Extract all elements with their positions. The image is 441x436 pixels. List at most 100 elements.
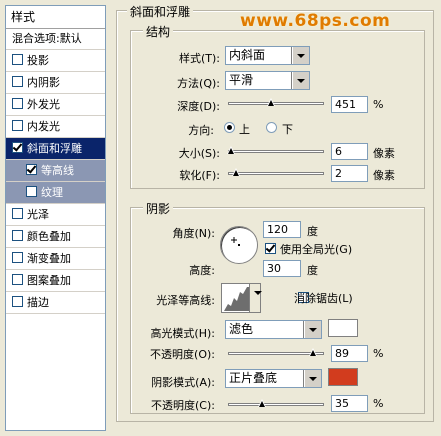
- direction-down-label: 下: [282, 123, 293, 136]
- style-item[interactable]: 纹理: [6, 182, 105, 204]
- angle-dial[interactable]: [220, 226, 258, 264]
- style-label: 样式(T):: [178, 52, 220, 65]
- style-item[interactable]: 渐变叠加: [6, 248, 105, 270]
- soften-label: 软化(F):: [179, 169, 220, 182]
- style-item-checkbox[interactable]: [12, 274, 23, 285]
- style-item-checkbox[interactable]: [12, 142, 23, 153]
- depth-unit: %: [373, 98, 384, 111]
- direction-down-radio[interactable]: [266, 122, 277, 133]
- angle-unit: 度: [307, 225, 318, 238]
- style-item-checkbox[interactable]: [12, 230, 23, 241]
- size-slider-thumb[interactable]: [226, 146, 235, 155]
- style-item[interactable]: 混合选项:默认: [6, 28, 105, 50]
- shadow-opacity-track[interactable]: [228, 403, 324, 406]
- style-item[interactable]: 斜面和浮雕: [6, 138, 105, 160]
- soften-slider-thumb[interactable]: [231, 168, 240, 177]
- altitude-unit: 度: [307, 264, 318, 277]
- shadow-opacity-unit: %: [373, 397, 384, 410]
- size-unit: 像素: [373, 147, 395, 160]
- style-item[interactable]: 投影: [6, 50, 105, 72]
- highlight-opacity-thumb[interactable]: [309, 348, 318, 357]
- style-item-checkbox[interactable]: [12, 296, 23, 307]
- bevel-group-title: 斜面和浮雕: [127, 3, 194, 20]
- shadow-opacity-thumb[interactable]: [257, 399, 266, 408]
- depth-input[interactable]: 451: [331, 96, 368, 113]
- angle-crosshair-icon: [231, 237, 240, 246]
- style-item[interactable]: 描边: [6, 292, 105, 314]
- angle-label: 角度(N):: [172, 227, 215, 240]
- direction-up-radio[interactable]: [224, 122, 235, 133]
- style-item-label: 内发光: [27, 120, 60, 133]
- style-item-label: 斜面和浮雕: [27, 142, 82, 155]
- style-item[interactable]: 外发光: [6, 94, 105, 116]
- depth-label: 深度(D):: [177, 100, 220, 113]
- chevron-down-icon[interactable]: [304, 321, 321, 338]
- style-item-label: 描边: [27, 296, 49, 309]
- direction-label: 方向:: [188, 124, 214, 137]
- depth-slider-track[interactable]: [228, 102, 324, 105]
- chevron-down-icon[interactable]: [249, 284, 262, 312]
- style-item-label: 图案叠加: [27, 274, 71, 287]
- shadow-mode-label: 阴影模式(A):: [151, 376, 215, 389]
- style-item[interactable]: 光泽: [6, 204, 105, 226]
- style-item-checkbox[interactable]: [26, 164, 37, 175]
- style-select-value: 内斜面: [229, 48, 266, 62]
- shadow-color-swatch[interactable]: [328, 368, 358, 386]
- technique-select[interactable]: 平滑: [225, 71, 310, 90]
- style-item-checkbox[interactable]: [26, 186, 37, 197]
- altitude-label: 高度:: [189, 264, 215, 277]
- altitude-input[interactable]: 30: [263, 260, 301, 277]
- chevron-down-icon[interactable]: [304, 370, 321, 387]
- style-item-label: 混合选项:默认: [12, 32, 82, 45]
- style-item-checkbox[interactable]: [12, 54, 23, 65]
- chevron-down-icon[interactable]: [292, 72, 309, 89]
- technique-select-value: 平滑: [229, 73, 254, 87]
- style-item-label: 投影: [27, 54, 49, 67]
- soften-input[interactable]: 2: [331, 165, 368, 182]
- style-item[interactable]: 图案叠加: [6, 270, 105, 292]
- highlight-mode-select[interactable]: 滤色: [225, 320, 322, 339]
- style-item-checkbox[interactable]: [12, 208, 23, 219]
- style-item-label: 渐变叠加: [27, 252, 71, 265]
- style-item-checkbox[interactable]: [12, 252, 23, 263]
- soften-unit: 像素: [373, 169, 395, 182]
- highlight-opacity-unit: %: [373, 347, 384, 360]
- direction-up-label: 上: [239, 123, 250, 136]
- shadow-opacity-input[interactable]: 35: [331, 395, 368, 412]
- highlight-color-swatch[interactable]: [328, 319, 358, 337]
- highlight-mode-value: 滤色: [229, 322, 254, 336]
- soften-slider-track[interactable]: [228, 172, 324, 175]
- style-select[interactable]: 内斜面: [225, 46, 310, 65]
- style-item-label: 颜色叠加: [27, 230, 71, 243]
- style-item[interactable]: 内发光: [6, 116, 105, 138]
- gloss-contour-picker[interactable]: [221, 283, 262, 313]
- chevron-down-icon[interactable]: [292, 47, 309, 64]
- highlight-mode-label: 高光模式(H):: [150, 327, 215, 340]
- style-item-checkbox[interactable]: [12, 120, 23, 131]
- shadow-opacity-label: 不透明度(C):: [151, 399, 215, 412]
- highlight-opacity-label: 不透明度(O):: [150, 348, 215, 361]
- style-item-label: 等高线: [41, 164, 74, 177]
- style-item[interactable]: 内阴影: [6, 72, 105, 94]
- style-item[interactable]: 等高线: [6, 160, 105, 182]
- styles-header: 样式: [6, 6, 105, 29]
- size-label: 大小(S):: [178, 147, 220, 160]
- global-light-label: 使用全局光(G): [280, 243, 353, 256]
- size-slider-track[interactable]: [228, 150, 324, 153]
- size-input[interactable]: 6: [331, 143, 368, 160]
- style-item-checkbox[interactable]: [12, 98, 23, 109]
- style-item-label: 纹理: [41, 186, 63, 199]
- gloss-contour-label: 光泽等高线:: [156, 294, 215, 307]
- global-light-checkbox[interactable]: [265, 243, 276, 254]
- style-item-checkbox[interactable]: [12, 76, 23, 87]
- style-item[interactable]: 颜色叠加: [6, 226, 105, 248]
- technique-label: 方法(Q):: [177, 77, 220, 90]
- styles-list: 样式 混合选项:默认投影内阴影外发光内发光斜面和浮雕等高线纹理光泽颜色叠加渐变叠…: [5, 5, 106, 431]
- angle-input[interactable]: 120: [263, 221, 301, 238]
- shading-group-title: 阴影: [143, 200, 174, 217]
- style-item-label: 内阴影: [27, 76, 60, 89]
- contour-curve-icon: [224, 287, 249, 311]
- depth-slider-thumb[interactable]: [267, 98, 276, 107]
- shadow-mode-select[interactable]: 正片叠底: [225, 369, 322, 388]
- highlight-opacity-input[interactable]: 89: [331, 345, 368, 362]
